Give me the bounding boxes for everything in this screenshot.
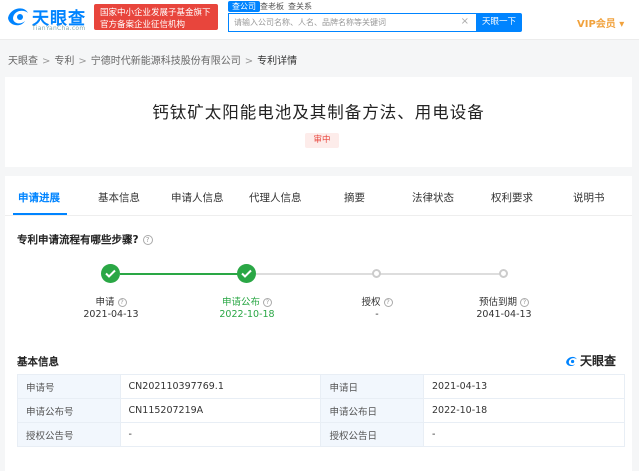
table-row: 申请公布号 CN115207219A 申请公布日 2022-10-18 [17, 398, 625, 423]
help-icon[interactable]: ? [383, 298, 393, 307]
step-expiry-label: 预估到期? [464, 294, 544, 308]
logo-eye-icon [566, 356, 577, 367]
page-title: 钙钛矿太阳能电池及其制备方法、用电设备 [152, 103, 485, 122]
chevron-right-icon: > [42, 56, 51, 67]
field-label: 申请公布号 [17, 398, 121, 423]
active-tab-indicator [13, 213, 67, 215]
step-publish-name: 申请公布 [221, 297, 260, 308]
breadcrumb-company[interactable]: 宁德时代新能源科技股份有限公司 [91, 56, 241, 67]
tab-abstract[interactable]: 摘要 [344, 190, 365, 205]
promo-line-2: 官方备案企业征信机构 [100, 20, 186, 30]
field-value: - [119, 422, 322, 447]
step-grant-label: 授权? [337, 294, 417, 308]
patent-detail-panel: 申请进展 基本信息 申请人信息 代理人信息 摘要 法律状态 权利要求 说明书 专… [5, 176, 632, 471]
breadcrumb-current: 专利详情 [257, 56, 298, 67]
basic-info-table: 申请号 CN202110397769.1 申请日 2021-04-13 申请公布… [17, 374, 625, 447]
field-value: CN202110397769.1 [119, 374, 322, 399]
help-icon[interactable]: ? [520, 298, 529, 307]
field-value: - [423, 422, 625, 447]
breadcrumb-home[interactable]: 天眼查 [8, 56, 38, 67]
step-publish-label: 申请公布? [207, 294, 287, 308]
help-icon[interactable]: ? [117, 298, 127, 307]
search-button[interactable]: 天眼一下 [476, 13, 522, 32]
progress-line-done [120, 273, 247, 275]
step-expiry-date: 2041-04-13 [476, 309, 532, 320]
search-placeholder: 请输入公司名称、人名、品牌名称等关键词 [234, 18, 386, 27]
logo-eye-icon [8, 8, 28, 26]
top-header: 天眼查 TianYanCha.com 国家中小企业发展子基金旗下 官方备案企业征… [0, 0, 639, 40]
step-grant-marker [372, 269, 381, 278]
table-row: 申请号 CN202110397769.1 申请日 2021-04-13 [17, 374, 625, 399]
watermark-text: 天眼查 [580, 354, 617, 368]
step-expiry-name: 预估到期 [478, 297, 517, 308]
field-label: 申请公布日 [320, 398, 425, 423]
step-publish-check-icon [237, 264, 256, 283]
help-icon[interactable]: ? [142, 235, 153, 245]
detail-tabs: 申请进展 基本信息 申请人信息 代理人信息 摘要 法律状态 权利要求 说明书 [5, 176, 632, 216]
search-tab-boss[interactable]: 查老板 [260, 1, 284, 12]
field-label: 授权公告日 [320, 422, 425, 447]
process-question: 专利申请流程有哪些步骤?? [17, 232, 153, 247]
section-title: 基本信息 [17, 356, 59, 368]
step-apply-check-icon [101, 264, 120, 283]
vip-menu[interactable]: VIP会员 ▾ [577, 15, 624, 30]
tab-agent[interactable]: 代理人信息 [249, 190, 302, 205]
field-label: 申请日 [320, 374, 425, 399]
step-apply-label: 申请? [71, 294, 151, 308]
tab-legal-status[interactable]: 法律状态 [412, 190, 454, 205]
watermark-logo: 天眼查 [565, 352, 616, 369]
tab-claims[interactable]: 权利要求 [491, 190, 533, 205]
field-value: 2022-10-18 [423, 398, 625, 423]
status-badge: 审中 [305, 133, 339, 148]
chevron-right-icon: > [244, 56, 254, 67]
promo-line-1: 国家中小企业发展子基金旗下 [100, 8, 211, 18]
search-input[interactable]: 请输入公司名称、人名、品牌名称等关键词 × [228, 13, 478, 32]
tab-progress[interactable]: 申请进展 [18, 190, 60, 205]
clear-icon[interactable]: × [461, 16, 469, 27]
field-label: 申请号 [17, 374, 121, 399]
tab-specification[interactable]: 说明书 [573, 190, 605, 205]
tianyancha-logo[interactable]: 天眼查 TianYanCha.com [6, 4, 88, 34]
step-expiry-marker [499, 269, 508, 278]
patent-title-card: 钙钛矿太阳能电池及其制备方法、用电设备 审中 [5, 77, 632, 167]
field-value: 2021-04-13 [423, 374, 625, 399]
step-apply-date: 2021-04-13 [83, 309, 139, 320]
step-publish-date: 2022-10-18 [219, 309, 275, 320]
field-label: 授权公告号 [17, 422, 121, 447]
help-icon[interactable]: ? [263, 298, 272, 307]
step-grant-name: 授权 [361, 297, 381, 308]
promo-banner[interactable]: 国家中小企业发展子基金旗下 官方备案企业征信机构 [94, 4, 218, 30]
logo-domain: TianYanCha.com [32, 25, 86, 32]
breadcrumb-patent[interactable]: 专利 [54, 56, 74, 67]
step-apply-name: 申请 [95, 297, 115, 308]
table-row: 授权公告号 - 授权公告日 - [17, 422, 625, 447]
step-grant-date: - [375, 309, 379, 320]
breadcrumb: 天眼查 > 专利 > 宁德时代新能源科技股份有限公司 > 专利详情 [8, 52, 297, 67]
search-tab-company[interactable]: 查公司 [228, 1, 260, 12]
chevron-right-icon: > [78, 56, 87, 67]
process-question-text: 专利申请流程有哪些步骤? [17, 234, 139, 246]
tab-applicant[interactable]: 申请人信息 [171, 190, 224, 205]
search-tab-relation[interactable]: 查关系 [288, 1, 312, 12]
field-value: CN115207219A [119, 398, 322, 423]
tab-basic-info[interactable]: 基本信息 [98, 190, 140, 205]
